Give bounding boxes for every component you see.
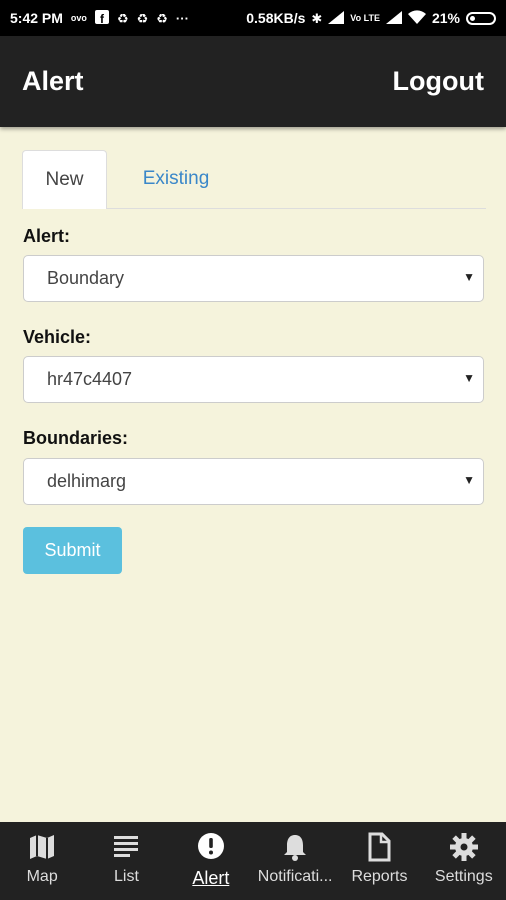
network-speed: 0.58KB/s [246, 10, 306, 26]
boundaries-select-value: delhimarg [47, 471, 127, 491]
nav-item-alert[interactable]: Alert [169, 822, 253, 900]
nav-item-settings[interactable]: Settings [422, 822, 506, 900]
submit-button[interactable]: Submit [23, 527, 122, 574]
gear-icon [449, 833, 478, 861]
nav-label: Notificati... [257, 868, 333, 885]
signal-icon [328, 10, 345, 26]
more-icon: ··· [175, 10, 189, 26]
bottom-nav: Map List Alert Notificati... Reports Set… [0, 822, 506, 900]
alert-icon [197, 833, 224, 859]
page-title: Alert [22, 66, 84, 96]
nav-label: List [114, 868, 139, 885]
ovo-icon: ovo [70, 12, 87, 23]
map-icon [30, 835, 55, 859]
vehicle-label: Vehicle: [23, 327, 92, 347]
app-bar: Alert Logout [0, 36, 506, 127]
nav-item-map[interactable]: Map [0, 822, 84, 900]
tab-existing[interactable]: Existing [120, 150, 232, 208]
facebook-icon: f [94, 10, 109, 26]
alert-select[interactable]: Boundary ▼ [23, 255, 484, 302]
tab-new[interactable]: New [22, 150, 107, 209]
alert-select-value: Boundary [47, 268, 125, 288]
vehicle-select-value: hr47c4407 [47, 369, 133, 389]
battery-icon [466, 11, 496, 25]
nav-item-list[interactable]: List [84, 822, 168, 900]
chevron-down-icon: ▼ [463, 270, 475, 284]
bell-icon [284, 835, 307, 861]
boundaries-select[interactable]: delhimarg ▼ [23, 458, 484, 505]
nav-label: Settings [434, 868, 493, 885]
nav-item-notifications[interactable]: Notificati... [253, 822, 337, 900]
vehicle-select[interactable]: hr47c4407 ▼ [23, 356, 484, 403]
chevron-down-icon: ▼ [463, 371, 475, 385]
nav-item-reports[interactable]: Reports [337, 822, 421, 900]
sync-icon: ♻ [116, 10, 129, 26]
bluetooth-icon: ✱ [311, 10, 323, 26]
clock: 5:42 PM [10, 10, 63, 26]
boundaries-label: Boundaries: [23, 428, 129, 448]
volte-icon: Vo LTE [350, 12, 380, 23]
signal-icon [385, 10, 402, 26]
wifi-icon [407, 10, 426, 26]
sync-icon: ♻ [136, 10, 149, 26]
status-bar: 5:42 PM ovo f ♻ ♻ ♻ ··· 0.58KB/s ✱ Vo LT… [0, 0, 506, 36]
document-icon [368, 832, 391, 862]
nav-label: Map [26, 868, 58, 885]
sync-icon: ♻ [156, 10, 168, 26]
nav-label: Alert [192, 868, 230, 888]
tab-bar: New Existing [22, 150, 486, 209]
nav-label: Reports [351, 868, 408, 885]
logout-button[interactable]: Logout [393, 66, 484, 97]
chevron-down-icon: ▼ [463, 473, 475, 487]
alert-label: Alert: [23, 226, 71, 246]
list-icon [114, 836, 139, 857]
battery-percent: 21% [431, 10, 460, 26]
